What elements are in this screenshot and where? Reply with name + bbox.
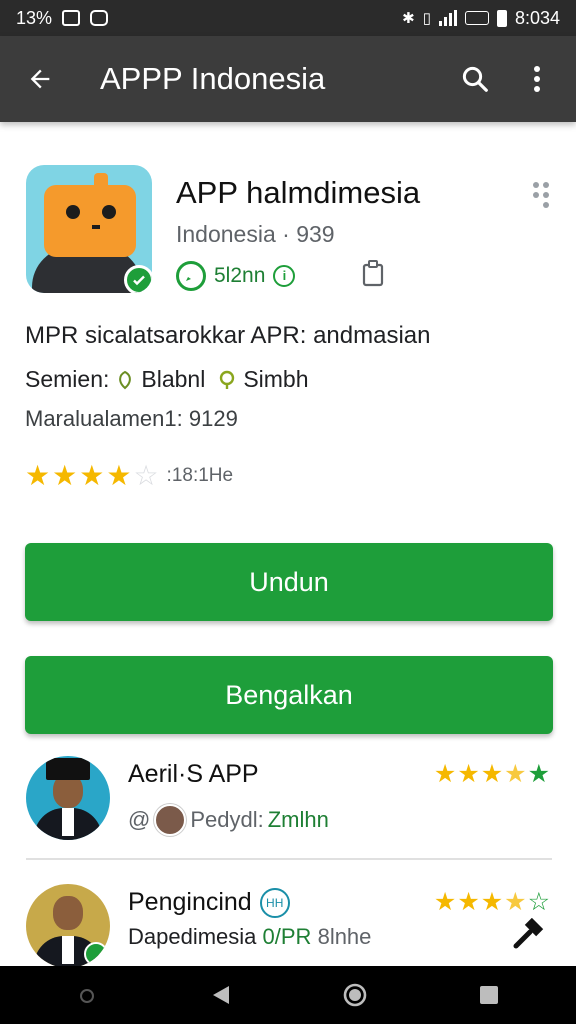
review-text: Dapedimesia 0/PR 8lnhe (128, 924, 372, 949)
leaf-icon (119, 370, 132, 389)
review-sub-text: Pedydl: (190, 807, 264, 832)
avatar (26, 884, 110, 966)
avatar (26, 756, 110, 840)
options-dots-icon[interactable] (526, 179, 556, 209)
app-size: 5l2nn (214, 263, 266, 287)
review-time: Zmlhn (267, 807, 329, 832)
clock: 8:034 (514, 7, 560, 28)
star-icon: ★ (106, 460, 132, 491)
mini-avatar (154, 804, 187, 836)
search-icon[interactable] (458, 62, 492, 96)
rating-count: :18:1He (166, 465, 234, 486)
battery-percent: 13% (16, 7, 53, 28)
star-icon: ★ (433, 760, 457, 788)
signal-icon (438, 10, 457, 26)
star-icon: ★ (457, 760, 480, 788)
at-sign: @ (128, 807, 151, 832)
star-icon: ★ (79, 460, 105, 491)
image-notification-icon (62, 10, 81, 26)
verified-check-icon (124, 265, 152, 293)
star-icon: ★ (480, 888, 504, 916)
install-button[interactable]: Undun (25, 543, 553, 621)
system-nav-bar (0, 966, 576, 1024)
vibrate-icon: ▯ (422, 10, 431, 27)
battery-icon (496, 9, 507, 27)
open-button[interactable]: Bengalkan (25, 656, 553, 734)
verified-check-icon (84, 942, 108, 966)
review-meta: @ Pedydl: Zmlhn (128, 804, 329, 836)
lte-icon (464, 11, 489, 25)
review-item[interactable]: Aeril·S APP ★ ★ ★ ★ ★ @ Pedydl: Zmlhn (26, 756, 552, 860)
message-notification-icon (90, 10, 109, 26)
nav-home-icon[interactable] (335, 975, 375, 1015)
version-value-b: Simbh (243, 366, 309, 392)
sprout-icon (220, 370, 235, 389)
review-rating: ★ ★ ★ ★ ★ (434, 762, 550, 787)
chat-icon (176, 260, 206, 291)
nav-back-icon[interactable] (201, 975, 241, 1015)
app-header: APP halmdimesia Indonesia · 939 5l2nn i (26, 165, 556, 295)
star-icon: ★ (52, 460, 78, 491)
version-label: Semien: (25, 366, 110, 392)
badge-icon: HH (259, 888, 290, 919)
rating-row: ★ ★ ★ ★ ☆ :18:1He (25, 462, 233, 490)
star-half-icon: ★ (504, 760, 527, 788)
more-vert-icon[interactable] (520, 62, 554, 96)
app-bar: APPP Indonesia (0, 36, 576, 122)
star-icon: ★ (480, 760, 504, 788)
back-arrow-icon[interactable] (22, 61, 58, 97)
star-icon: ★ (457, 888, 480, 916)
review-item[interactable]: Pengincind HH ★ ★ ★ ★ ☆ Dapedimesia 0/PR … (26, 884, 552, 966)
reviewer-name: Pengincind HH (128, 888, 290, 919)
clipboard-icon[interactable] (361, 259, 385, 292)
bluetooth-icon: ✱ (402, 10, 415, 27)
nav-recents-icon[interactable] (469, 975, 509, 1015)
hammer-icon[interactable] (504, 910, 554, 960)
version-row: Semien: Blabnl Simbh (25, 366, 309, 393)
star-icon: ★ (25, 460, 51, 491)
star-empty-icon: ☆ (133, 460, 159, 491)
version-value-a: Blabnl (141, 366, 206, 392)
install-stat: Maralualamen1: 9129 (25, 406, 238, 431)
info-icon[interactable]: i (273, 264, 296, 287)
app-developer[interactable]: Indonesia · 939 (176, 221, 335, 248)
page-title: APPP Indonesia (100, 61, 326, 96)
app-description: MPR sicalatsarokkar APR: andmasian (25, 322, 431, 349)
app-icon (26, 165, 152, 293)
reviewer-name: Aeril·S APP (128, 760, 259, 788)
status-bar: 13% ✱ ▯ 8:034 (0, 0, 576, 36)
assistant-icon[interactable] (67, 975, 107, 1015)
star-icon: ★ (527, 760, 550, 788)
star-icon: ★ (433, 888, 457, 916)
app-name: APP halmdimesia (176, 175, 421, 210)
